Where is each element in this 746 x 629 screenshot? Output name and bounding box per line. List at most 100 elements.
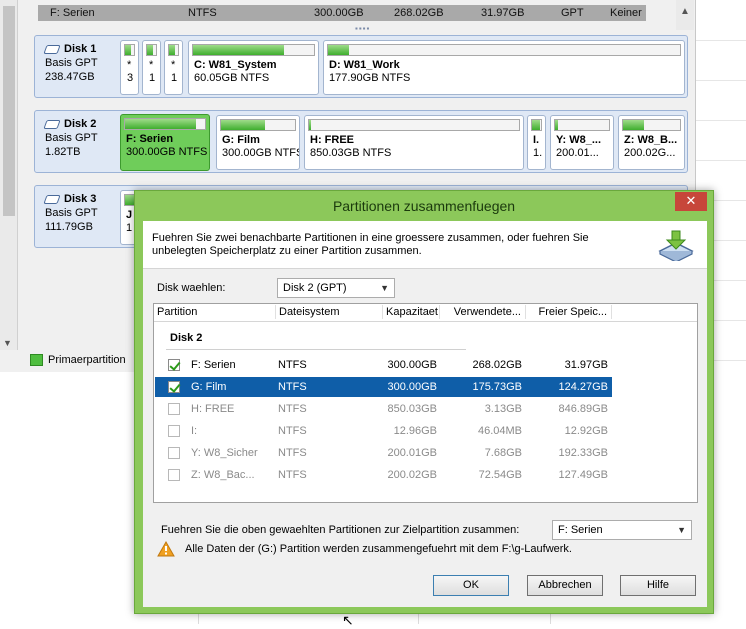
disk-info: Disk 3 Basis GPT 111.79GB	[43, 192, 98, 234]
splitter-grip[interactable]: ▪▪▪▪	[355, 24, 370, 33]
usage-bar-fill	[532, 120, 541, 130]
partition-name: D: W81_Work	[329, 59, 400, 71]
merge-dialog: Partitionen zusammenfuegen ✕ Fuehren Sie…	[134, 190, 714, 614]
row-capacity: 12.96GB	[393, 425, 437, 437]
row-name: H: FREE	[191, 403, 235, 415]
row-capacity: 300.00GB	[314, 7, 364, 19]
warning-icon	[157, 541, 175, 557]
usage-bar-fill	[328, 45, 350, 55]
row-type: GPT	[561, 7, 584, 19]
partition-detail: 300.00GB NTFS	[126, 146, 208, 158]
row-used: 268.02GB	[394, 7, 444, 19]
partition-name: G: Film	[222, 134, 260, 146]
partition-name: J	[126, 209, 133, 221]
col-capacity[interactable]: Kapazitaet	[383, 305, 440, 319]
partition-name: *	[149, 59, 154, 71]
usage-bar-fill	[623, 120, 644, 130]
disk-info: Disk 2 Basis GPT 1.82TB	[43, 117, 98, 159]
list-scrollbar[interactable]: ▲	[676, 0, 694, 30]
col-free[interactable]: Freier Speic...	[526, 305, 612, 319]
disk-select-value: Disk 2 (GPT)	[283, 282, 347, 294]
disk-select-row: Disk waehlen: Disk 2 (GPT) ▼	[157, 278, 395, 298]
dialog-description: Fuehren Sie zwei benachbarte Partitionen…	[152, 232, 589, 257]
partition-block[interactable]: * 1	[164, 40, 183, 95]
partition-detail: 200.01...	[556, 147, 599, 159]
disk-title: Disk 1	[64, 43, 97, 55]
group-divider	[166, 349, 466, 350]
row-capacity: 300.00GB	[387, 359, 437, 371]
partition-block-selected[interactable]: F: Serien 300.00GB NTFS	[120, 114, 210, 171]
col-used[interactable]: Verwendete...	[440, 305, 526, 319]
row-fs: NTFS	[278, 425, 307, 437]
usage-bar-fill	[221, 120, 265, 130]
close-button[interactable]: ✕	[675, 192, 707, 211]
disk-2-row[interactable]: Disk 2 Basis GPT 1.82TB F: Serien 300.00G…	[34, 110, 688, 173]
merge-target-value: F: Serien	[558, 524, 603, 536]
scroll-up-icon[interactable]: ▲	[680, 6, 690, 17]
partition-detail: 1.	[533, 147, 543, 159]
col-partition[interactable]: Partition	[154, 305, 276, 319]
warning-text: Alle Daten der (G:) Partition werden zus…	[185, 543, 572, 555]
partition-row-selected[interactable]: G: Film NTFS 300.00GB 175.73GB 124.27GB	[155, 377, 612, 397]
usage-bar-fill	[169, 45, 176, 55]
partition-detail: 850.03GB NTFS	[310, 147, 392, 159]
dialog-body: Fuehren Sie zwei benachbarte Partitionen…	[143, 221, 707, 607]
partition-list: Partition Dateisystem Kapazitaet Verwend…	[153, 303, 698, 503]
row-checkbox[interactable]	[168, 381, 180, 393]
row-free: 12.92GB	[564, 425, 608, 437]
partition-row: Z: W8_Bac... NTFS 200.02GB 72.54GB 127.4…	[155, 465, 612, 485]
row-used: 72.54GB	[478, 469, 522, 481]
disk-size: 238.47GB	[45, 71, 95, 83]
scroll-down-icon[interactable]: ▼	[3, 338, 12, 348]
row-fs: NTFS	[188, 7, 217, 19]
partition-detail: 300.00GB NTFS	[222, 147, 300, 159]
cancel-button[interactable]: Abbrechen	[527, 575, 603, 596]
col-filesystem[interactable]: Dateisystem	[276, 305, 383, 319]
partition-block[interactable]: D: W81_Work 177.90GB NTFS	[323, 40, 685, 95]
row-used: 46.04MB	[477, 425, 522, 437]
disk-icon	[43, 44, 61, 54]
partition-block[interactable]: * 1	[142, 40, 161, 95]
partition-block[interactable]: G: Film 300.00GB NTFS	[216, 115, 300, 170]
row-checkbox	[168, 447, 180, 459]
partition-detail: 200.02G...	[624, 147, 676, 159]
disk-title: Disk 2	[64, 118, 97, 130]
merge-target-select[interactable]: F: Serien ▼	[552, 520, 692, 540]
row-checkbox	[168, 469, 180, 481]
usage-bar-fill	[309, 120, 312, 130]
partition-name: Y: W8_...	[556, 134, 602, 146]
chevron-down-icon: ▼	[380, 283, 389, 293]
partition-detail: 1	[171, 72, 178, 84]
legend-primary: Primaerpartition	[30, 350, 134, 370]
disk-1-row[interactable]: Disk 1 Basis GPT 238.47GB * 3 * 1 * 1 C: W8…	[34, 35, 688, 98]
partition-row[interactable]: F: Serien NTFS 300.00GB 268.02GB 31.97GB	[155, 355, 612, 375]
ok-button[interactable]: OK	[433, 575, 509, 596]
scrollbar-thumb[interactable]	[3, 6, 15, 216]
partition-block[interactable]: H: FREE 850.03GB NTFS	[304, 115, 524, 170]
help-button[interactable]: Hilfe	[620, 575, 696, 596]
disk-select[interactable]: Disk 2 (GPT) ▼	[277, 278, 395, 298]
partition-name: C: W81_System	[194, 59, 277, 71]
row-free: 127.49GB	[558, 469, 608, 481]
partition-block[interactable]: I. 1.	[527, 115, 546, 170]
disk-icon	[43, 194, 61, 204]
dialog-banner: Fuehren Sie zwei benachbarte Partitionen…	[143, 221, 707, 269]
row-capacity: 200.02GB	[387, 469, 437, 481]
disk-type: Basis GPT	[45, 207, 98, 219]
row-used: 7.68GB	[484, 447, 522, 459]
vertical-scrollbar[interactable]: ▼	[0, 0, 18, 350]
partition-detail: 1	[149, 72, 156, 84]
merge-target-row: Fuehren Sie die oben gewaehlten Partitio…	[161, 520, 692, 540]
partition-block[interactable]: Z: W8_B... 200.02G...	[618, 115, 685, 170]
mouse-cursor-icon: ↖	[342, 612, 354, 628]
disk-title: Disk 3	[64, 193, 97, 205]
usage-bar-fill	[147, 45, 154, 55]
partition-block[interactable]: Y: W8_... 200.01...	[550, 115, 614, 170]
partition-list-row[interactable]: F: Serien NTFS 300.00GB 268.02GB 31.97GB…	[38, 5, 646, 21]
partition-detail: 3	[127, 72, 134, 84]
partition-block[interactable]: * 3	[120, 40, 139, 95]
row-checkbox[interactable]	[168, 359, 180, 371]
legend-swatch	[30, 354, 43, 366]
warning-row: Alle Daten der (G:) Partition werden zus…	[157, 541, 572, 557]
partition-block[interactable]: C: W81_System 60.05GB NTFS	[188, 40, 319, 95]
